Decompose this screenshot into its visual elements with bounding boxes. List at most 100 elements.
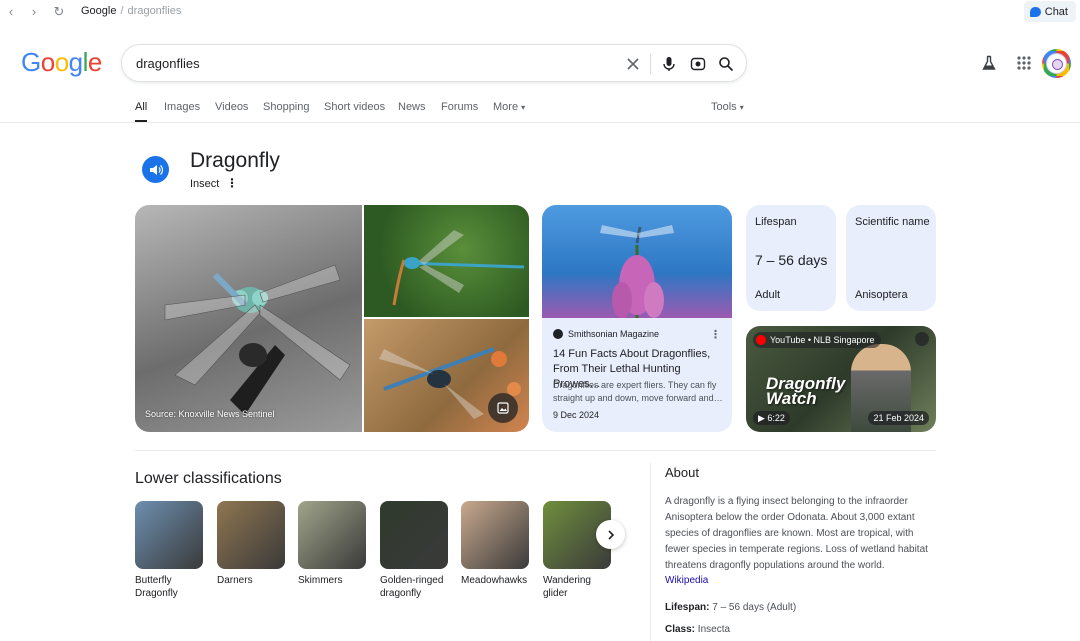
classification-image[interactable]: [135, 501, 203, 569]
classification-item[interactable]: Darners: [217, 501, 285, 587]
article-source-name: Smithsonian Magazine: [568, 329, 660, 339]
classification-name[interactable]: Wandering glider: [543, 574, 615, 600]
fact-sub: Anisoptera: [855, 289, 908, 301]
lifespan-value: 7 – 56 days (Adult): [712, 602, 797, 613]
classification-name[interactable]: Golden-ringed dragonfly: [380, 574, 452, 600]
chevron-down-icon: ▾: [739, 103, 744, 112]
fact-value: 7 – 56 days: [755, 252, 828, 268]
lower-classifications-title: Lower classifications: [135, 470, 282, 487]
tab-more[interactable]: More ▾: [493, 101, 525, 113]
about-lifespan-row: Lifespan: 7 – 56 days (Adult): [665, 602, 796, 613]
tab-short-videos[interactable]: Short videos: [324, 101, 385, 113]
video-card[interactable]: YouTube • NLB Singapore Dragonfly Watch …: [746, 326, 936, 432]
column-divider: [650, 463, 651, 641]
lens-icon[interactable]: [688, 54, 708, 74]
google-logo[interactable]: Google: [21, 47, 102, 78]
expand-icon[interactable]: [915, 332, 929, 346]
class-key: Class:: [665, 624, 696, 635]
image-collage[interactable]: Source: Knoxville News Sentinel: [135, 205, 529, 432]
classification-image[interactable]: [380, 501, 448, 569]
classification-image[interactable]: [217, 501, 285, 569]
classification-image[interactable]: [298, 501, 366, 569]
about-text: A dragonfly is a flying insect belonging…: [665, 496, 928, 571]
tab-videos[interactable]: Videos: [215, 101, 248, 113]
breadcrumb-query: dragonflies: [127, 5, 182, 17]
video-duration: ▶ 6:22: [753, 411, 790, 425]
video-title-line-2: Watch: [766, 389, 817, 408]
classification-name[interactable]: Skimmers: [298, 574, 370, 587]
breadcrumb-separator: /: [120, 5, 124, 17]
back-icon[interactable]: ‹: [3, 4, 19, 20]
fact-card-lifespan[interactable]: Lifespan 7 – 56 days Adult: [746, 205, 836, 311]
class-value: Insecta: [697, 624, 731, 635]
video-channel: YouTube • NLB Singapore: [770, 335, 875, 345]
tab-forums[interactable]: Forums: [441, 101, 478, 113]
chat-label: Chat: [1044, 5, 1068, 18]
fact-sub: Adult: [755, 289, 781, 301]
breadcrumb-root[interactable]: Google: [81, 5, 116, 17]
video-date: 21 Feb 2024: [868, 411, 929, 425]
dragonfly-main-image[interactable]: [135, 205, 362, 432]
pronounce-speaker-button[interactable]: [142, 156, 169, 183]
tab-news[interactable]: News: [398, 101, 426, 113]
account-avatar[interactable]: [1042, 49, 1071, 78]
youtube-icon: [756, 335, 766, 345]
microphone-icon[interactable]: [659, 54, 679, 74]
fact-card-scientific-name[interactable]: Scientific name Anisoptera: [846, 205, 936, 311]
more-options-icon[interactable]: ⋮: [226, 176, 238, 190]
forward-icon[interactable]: ›: [26, 4, 42, 20]
video-channel-badge: YouTube • NLB Singapore: [753, 332, 881, 348]
tab-images[interactable]: Images: [164, 101, 200, 113]
classification-image[interactable]: [461, 501, 529, 569]
image-source-caption: Source: Knoxville News Sentinel: [145, 409, 275, 419]
article-source: Smithsonian Magazine: [553, 329, 659, 339]
article-more-icon[interactable]: ⋮: [710, 328, 721, 341]
classification-item[interactable]: Butterfly Dragonfly: [135, 501, 203, 600]
search-tabs: All Images Videos Shopping Short videos …: [0, 96, 1080, 123]
article-card[interactable]: Smithsonian Magazine ⋮ 14 Fun Facts Abou…: [542, 205, 732, 432]
browser-toolbar: ‹ › ↻ Google / dragonflies Chat: [0, 0, 1080, 24]
clear-icon[interactable]: [623, 54, 643, 74]
tab-shopping[interactable]: Shopping: [263, 101, 310, 113]
carousel-next-button[interactable]: [596, 520, 625, 549]
classification-item[interactable]: Golden-ringed dragonfly: [380, 501, 448, 600]
entity-subtitle: Insect: [190, 178, 220, 190]
breadcrumb: Google / dragonflies: [81, 5, 181, 17]
chevron-right-icon: [607, 529, 614, 540]
classification-name[interactable]: Butterfly Dragonfly: [135, 574, 207, 600]
chevron-down-icon: ▾: [521, 103, 526, 112]
reload-icon[interactable]: ↻: [51, 4, 67, 20]
entity-title: Dragonfly: [190, 149, 280, 172]
tools-button[interactable]: Tools ▾: [711, 101, 744, 113]
smithsonian-logo-icon: [553, 329, 563, 339]
search-icon[interactable]: [716, 54, 736, 74]
classification-item[interactable]: Skimmers: [298, 501, 366, 587]
fact-label: Scientific name: [855, 216, 930, 228]
labs-flask-icon[interactable]: [978, 52, 1000, 74]
apps-grid-icon[interactable]: [1013, 52, 1035, 74]
more-images-button[interactable]: [488, 393, 518, 423]
classification-item[interactable]: Wandering glider: [543, 501, 611, 600]
article-thumbnail: [542, 205, 732, 318]
article-date: 9 Dec 2024: [553, 410, 600, 420]
tab-more-label: More: [493, 101, 519, 113]
article-snippet: Dragonflies are expert fliers. They can …: [553, 380, 723, 403]
speaker-icon: [149, 164, 163, 175]
avatar-image: [1046, 53, 1067, 74]
lifespan-key: Lifespan:: [665, 602, 710, 613]
chat-button[interactable]: Chat: [1023, 1, 1076, 22]
active-tab-indicator: [135, 120, 147, 122]
classification-name[interactable]: Meadowhawks: [461, 574, 533, 587]
about-class-row: Class: Insecta: [665, 624, 730, 635]
classification-name[interactable]: Darners: [217, 574, 289, 587]
about-title: About: [665, 465, 699, 480]
search-input[interactable]: dragonflies: [136, 56, 200, 71]
fact-label: Lifespan: [755, 216, 797, 228]
dragonfly-image-2[interactable]: [364, 205, 529, 317]
chat-icon: [1029, 6, 1041, 17]
classification-item[interactable]: Meadowhawks: [461, 501, 529, 587]
image-icon: [497, 402, 509, 414]
wikipedia-link[interactable]: Wikipedia: [665, 575, 708, 586]
tab-all[interactable]: All: [135, 101, 147, 113]
search-box[interactable]: dragonflies: [121, 44, 747, 82]
